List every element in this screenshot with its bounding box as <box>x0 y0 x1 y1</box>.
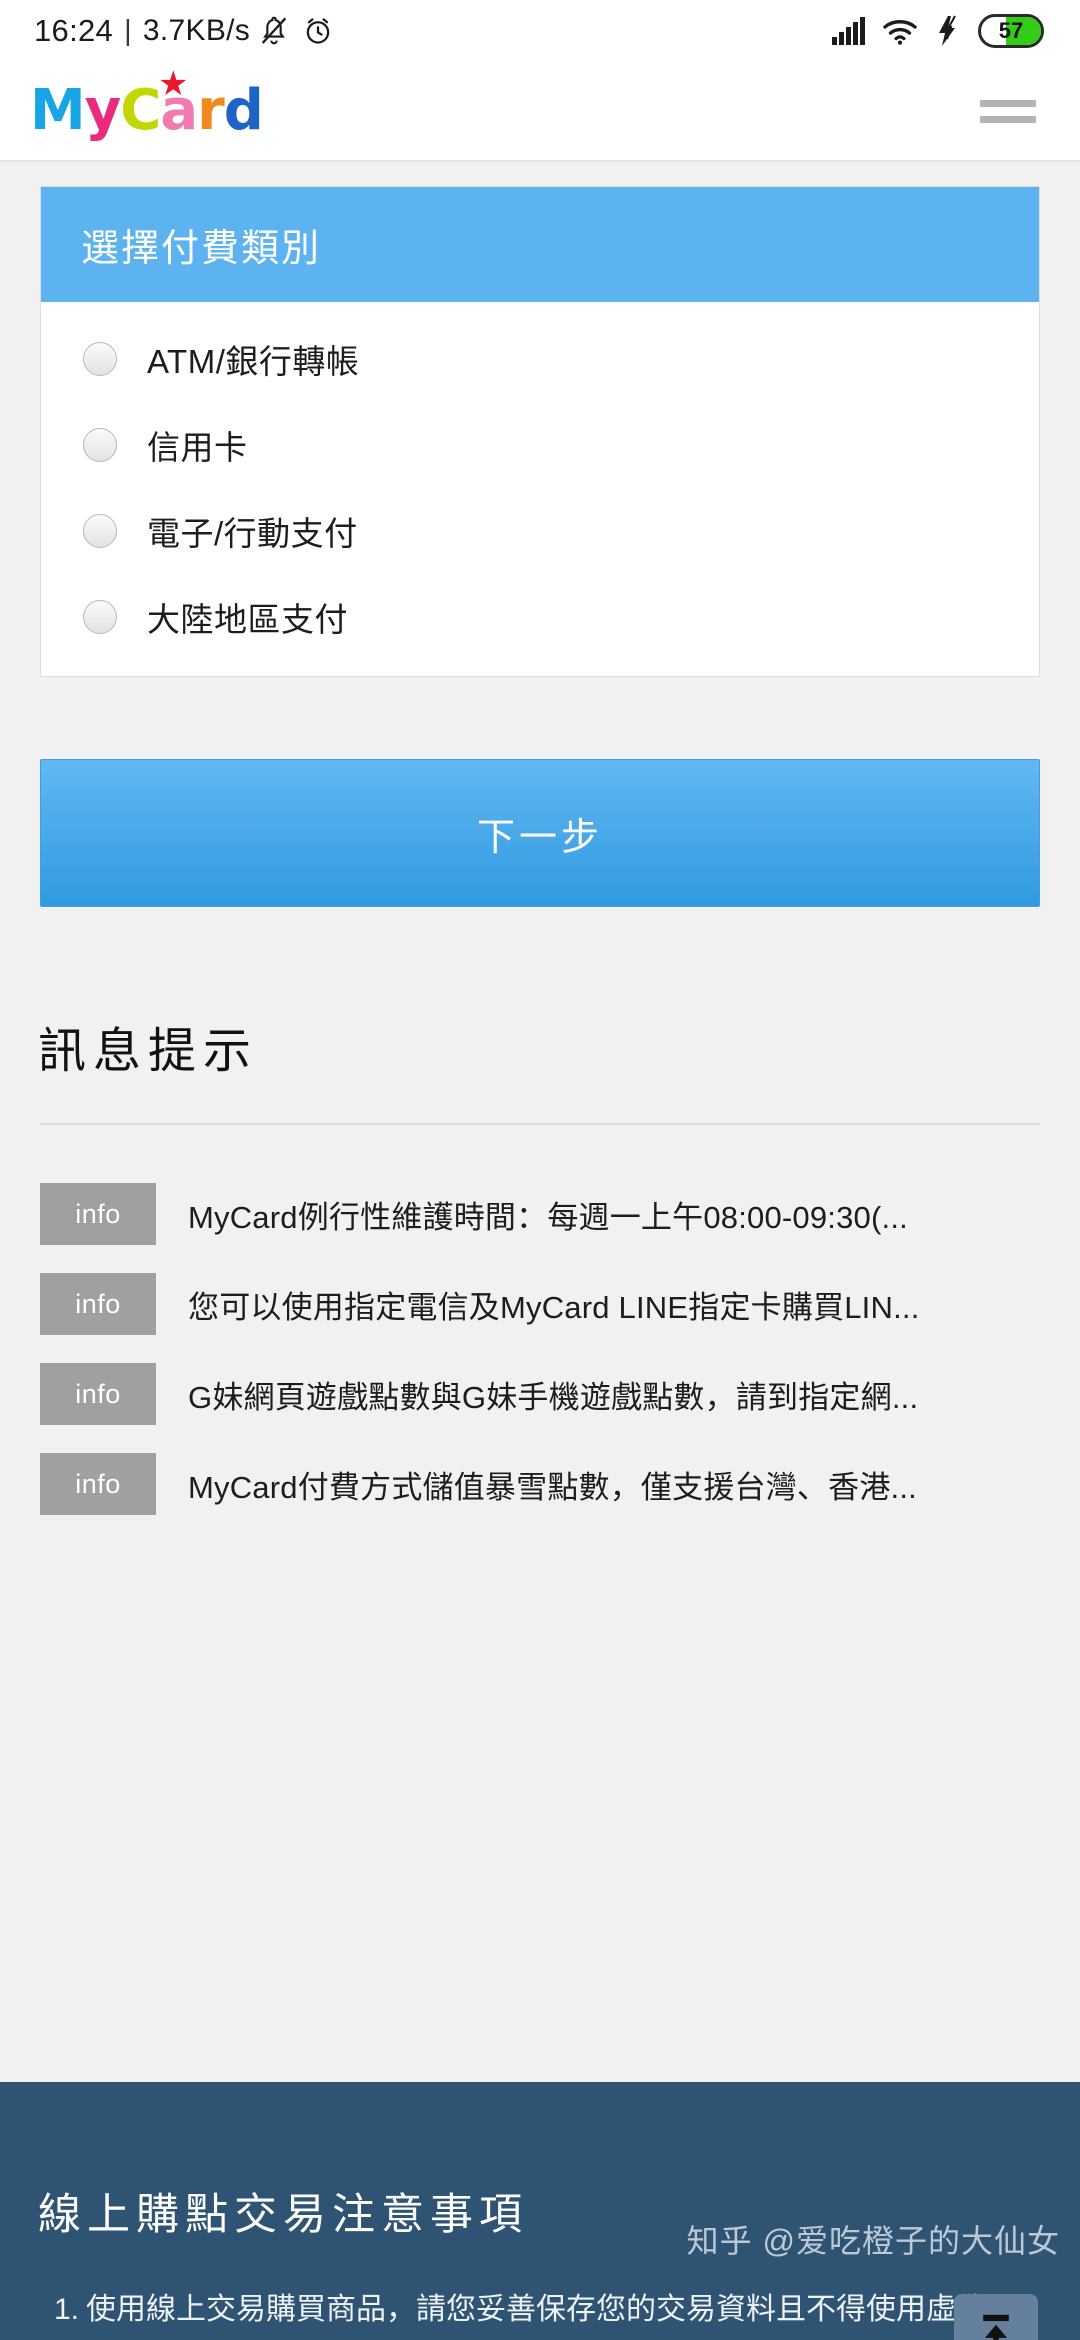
radio-button[interactable] <box>83 342 117 376</box>
cellular-signal-icon <box>831 16 867 46</box>
radio-button[interactable] <box>83 514 117 548</box>
status-bar-clock: 16:24 <box>34 13 114 48</box>
logo-star-icon: ★ <box>158 64 189 104</box>
app-header: ★ MyCard <box>0 62 1080 162</box>
battery-indicator: 57 <box>978 14 1044 48</box>
info-badge: info <box>40 1363 156 1425</box>
main-content: 選擇付費類別 ATM/銀行轉帳 信用卡 電子/行動支付 大陸地區支付 下一步 訊… <box>0 186 1080 1529</box>
scroll-to-top-icon <box>983 2314 1009 2340</box>
alarm-clock-icon <box>302 15 334 47</box>
footer-notice-number: 1. <box>54 2293 80 2326</box>
messages-list: info MyCard例行性維護時間：每週一上午08:00-09:30(... … <box>0 1169 1080 1529</box>
logo-letter-m: M <box>30 78 86 143</box>
status-bar-network-speed: 3.7KB/s <box>142 14 251 47</box>
messages-divider <box>40 1123 1040 1125</box>
wifi-icon <box>882 16 918 46</box>
radio-button[interactable] <box>83 600 117 634</box>
hamburger-bar-1 <box>980 99 1036 107</box>
status-bar-separator: | <box>124 14 132 47</box>
bell-muted-icon <box>258 15 290 47</box>
footer-notice-text: 使用線上交易購買商品，請您妥善保存您的交易資料且不得使用虛偽不實之資料進行交易，… <box>86 2293 1016 2326</box>
charging-bolt-icon <box>933 15 963 47</box>
info-badge: info <box>40 1453 156 1515</box>
payment-type-card: 選擇付費類別 ATM/銀行轉帳 信用卡 電子/行動支付 大陸地區支付 <box>40 186 1040 677</box>
message-text: 您可以使用指定電信及MyCard LINE指定卡購買LIN... <box>188 1289 920 1325</box>
hamburger-menu-icon[interactable] <box>980 94 1036 129</box>
message-text: MyCard付費方式儲值暴雪點數，僅支援台灣、香港... <box>188 1469 917 1505</box>
logo-letter-y: y <box>84 78 122 143</box>
logo-letter-d: d <box>223 78 264 143</box>
payment-option-label: 電子/行動支付 <box>147 515 358 552</box>
payment-option-label: 大陸地區支付 <box>147 601 348 638</box>
payment-option-label: ATM/銀行轉帳 <box>147 343 360 380</box>
message-row[interactable]: info MyCard付費方式儲值暴雪點數，僅支援台灣、香港... <box>0 1439 1080 1529</box>
next-step-button[interactable]: 下一步 <box>40 759 1040 907</box>
status-bar: 16:24 | 3.7KB/s 57 <box>0 0 1080 62</box>
status-bar-left: 16:24 | 3.7KB/s <box>34 13 334 49</box>
logo-letter-c: C <box>120 78 161 143</box>
phone-screen: 16:24 | 3.7KB/s 57 ★ MyCard 選擇付費類別 ATM/銀… <box>0 0 1080 2340</box>
mycard-logo[interactable]: ★ MyCard <box>30 67 264 139</box>
info-badge: info <box>40 1273 156 1335</box>
battery-percent: 57 <box>998 18 1024 43</box>
payment-option-list: ATM/銀行轉帳 信用卡 電子/行動支付 大陸地區支付 <box>41 302 1039 676</box>
payment-option-label: 信用卡 <box>147 429 248 466</box>
footer-title: 線上購點交易注意事項 <box>38 2191 528 2239</box>
payment-option-credit-card[interactable]: 信用卡 <box>41 402 1039 488</box>
hamburger-bar-2 <box>980 115 1036 123</box>
message-row[interactable]: info G妹網頁遊戲點數與G妹手機遊戲點數，請到指定網... <box>0 1349 1080 1439</box>
messages-section-title: 訊息提示 <box>38 1025 259 1078</box>
payment-option-mobile-pay[interactable]: 電子/行動支付 <box>41 488 1039 574</box>
message-text: MyCard例行性維護時間：每週一上午08:00-09:30(... <box>188 1199 908 1235</box>
payment-type-card-title: 選擇付費類別 <box>41 187 1039 302</box>
message-text: G妹網頁遊戲點數與G妹手機遊戲點數，請到指定網... <box>188 1379 919 1415</box>
payment-option-mainland-pay[interactable]: 大陸地區支付 <box>41 574 1039 660</box>
info-badge: info <box>40 1183 156 1245</box>
footer-notice-item: 1. 使用線上交易購買商品，請您妥善保存您的交易資料且不得使用虛偽不實之資料進行… <box>38 2286 1042 2340</box>
status-bar-right: 57 <box>831 14 1044 48</box>
message-row[interactable]: info 您可以使用指定電信及MyCard LINE指定卡購買LIN... <box>0 1259 1080 1349</box>
footer-notice-section: 線上購點交易注意事項 1. 使用線上交易購買商品，請您妥善保存您的交易資料且不得… <box>0 2082 1080 2340</box>
scroll-to-top-button[interactable] <box>954 2294 1038 2340</box>
radio-button[interactable] <box>83 428 117 462</box>
payment-option-atm[interactable]: ATM/銀行轉帳 <box>41 316 1039 402</box>
logo-letter-r: r <box>197 78 225 143</box>
message-row[interactable]: info MyCard例行性維護時間：每週一上午08:00-09:30(... <box>0 1169 1080 1259</box>
footer-notice-list: 1. 使用線上交易購買商品，請您妥善保存您的交易資料且不得使用虛偽不實之資料進行… <box>38 2286 1042 2340</box>
